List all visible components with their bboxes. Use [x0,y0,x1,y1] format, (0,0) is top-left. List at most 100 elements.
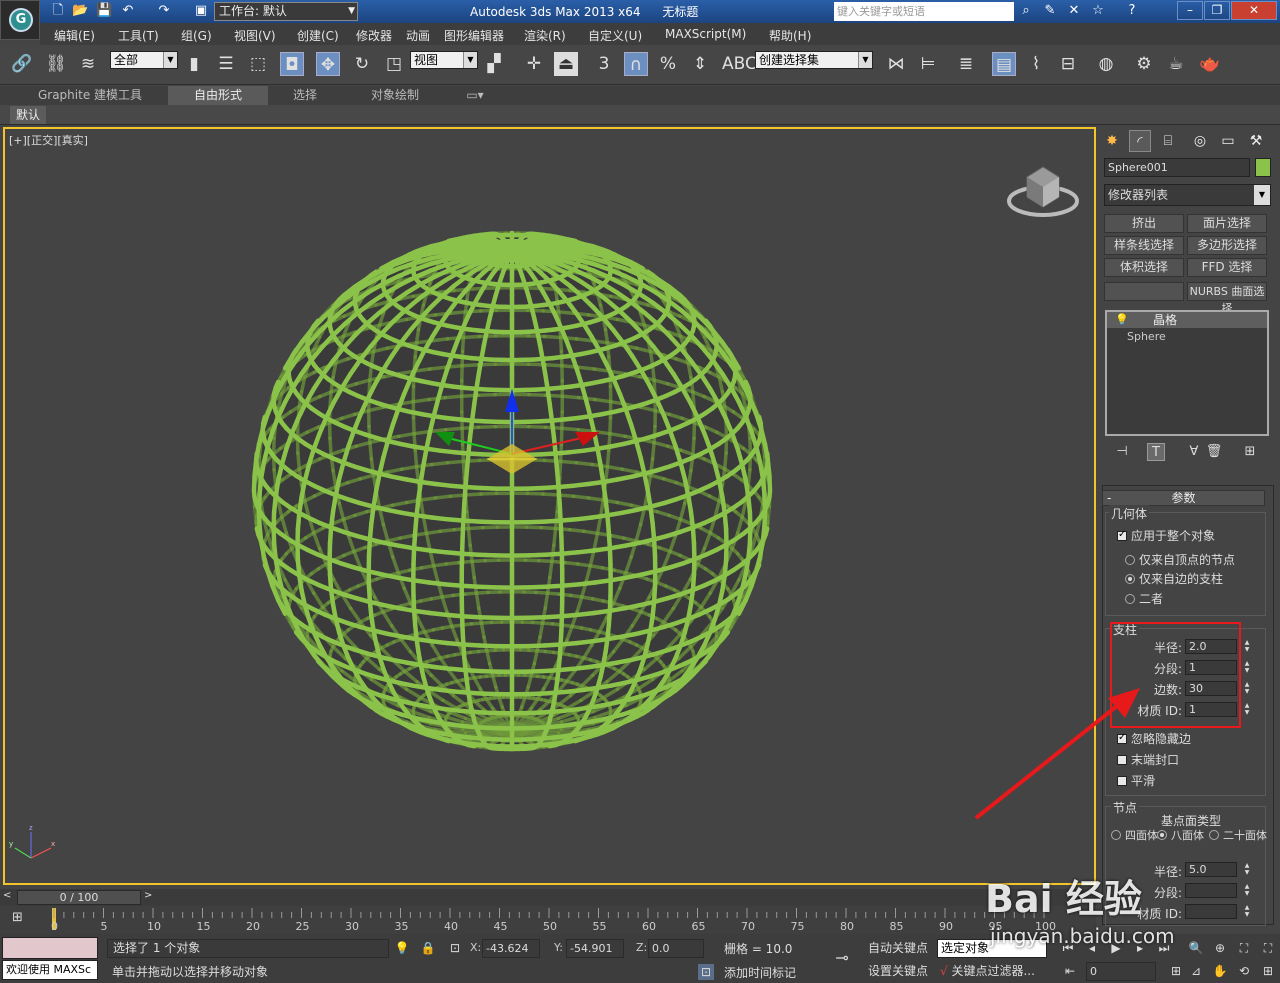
maximize-button[interactable]: ❐ [1204,1,1230,20]
menu-create[interactable]: 创建(C) [297,27,339,44]
make-unique-icon[interactable]: ∀ [1185,443,1203,461]
percent-snap-icon[interactable]: % [656,52,680,76]
create-tab-icon[interactable]: ✸ [1101,130,1123,152]
parameters-rollout-header[interactable]: - 参数 [1102,490,1265,506]
schematic-view-icon[interactable]: ⊟ [1056,52,1080,76]
graphite-toggle-icon[interactable]: ▤ [992,52,1016,76]
select-manipulate-icon[interactable]: ✛ [522,52,546,76]
empty-modifier-button[interactable] [1104,282,1184,301]
spline-select-button[interactable]: 样条线选择 [1104,236,1184,255]
menu-animation[interactable]: 动画 [406,27,430,44]
layer-manager-icon[interactable]: ≣ [954,52,978,76]
ffd-select-button[interactable]: FFD 选择 [1187,258,1267,277]
viewport-perspective[interactable]: [+][正交][真实] z x y [3,127,1096,885]
select-scale-icon[interactable]: ◳ [382,52,406,76]
viewcube-icon[interactable] [1005,159,1085,219]
time-config-icon[interactable]: ⊞ [1168,963,1184,979]
rectangle-selection-icon[interactable]: ⬚ [246,52,270,76]
object-color-swatch[interactable] [1255,158,1271,177]
material-editor-icon[interactable]: ◍ [1094,52,1118,76]
subscription-icon[interactable]: ✎ [1042,3,1058,19]
stack-item-sphere[interactable]: Sphere [1107,329,1267,345]
edit-named-selection-icon[interactable]: ABC [722,52,757,76]
menu-views[interactable]: 视图(V) [234,27,276,44]
binoculars-icon[interactable]: ⌕ [1018,3,1034,19]
radio-tetra[interactable]: 四面体 [1111,830,1161,841]
stack-item-lattice[interactable]: 💡 晶格 [1107,312,1267,328]
radio-both[interactable]: 二者 [1125,590,1163,607]
redo-icon[interactable]: ↷ [156,3,172,19]
motion-tab-icon[interactable]: ◎ [1189,130,1211,152]
rendered-frame-icon[interactable]: ☕ [1164,52,1188,76]
set-key-icon[interactable]: ⊸ [834,950,850,966]
render-setup-icon[interactable]: ⚙ [1132,52,1156,76]
strut-material-id-spinner[interactable]: ▲ ▼ [1242,702,1252,717]
select-object-icon[interactable]: ▮ [182,52,206,76]
render-production-icon[interactable]: 🫖 [1198,52,1222,76]
y-coord-field[interactable]: -54.901 [566,939,624,958]
unlink-icon[interactable]: ⛓ [44,52,68,76]
pivot-center-icon[interactable]: ▞ [482,52,506,76]
zoom-extents-all-icon[interactable]: ⛶ [1260,940,1276,956]
selection-lock-icon[interactable]: 🔒 [420,940,436,956]
menu-edit[interactable]: 编辑(E) [54,27,95,44]
object-name-field[interactable]: Sphere001 [1104,158,1250,177]
remove-modifier-icon[interactable]: 🗑 [1205,443,1223,461]
close-button[interactable]: ✕ [1231,1,1277,20]
orbit-icon[interactable]: ⟲ [1236,963,1252,979]
search-input[interactable]: 键入关键字或短语 [834,2,1014,21]
help-icon[interactable]: ? [1124,3,1140,19]
spinner-snap-icon[interactable]: ⇕ [688,52,712,76]
set-key-button[interactable]: 设置关键点 [868,961,928,981]
ribbon-options-icon[interactable]: ▭▾ [460,86,490,105]
strut-radius-spinner[interactable]: ▲ ▼ [1242,639,1252,654]
tab-default[interactable]: 默认 [10,106,46,124]
absolute-mode-icon[interactable]: ⊡ [447,940,463,956]
isolate-selection-icon[interactable]: 💡 [394,940,410,956]
selection-filter-select[interactable]: 全部 ▼ [110,51,178,69]
communication-icon[interactable]: ✕ [1066,3,1082,19]
select-by-name-icon[interactable]: ☰ [214,52,238,76]
lightbulb-icon[interactable]: 💡 [1115,312,1129,328]
configure-sets-icon[interactable]: ⊞ [1241,443,1259,461]
time-slider[interactable]: 0 / 100 [17,890,141,905]
next-frame-icon[interactable]: > [144,890,152,901]
prev-frame-icon[interactable]: < [3,890,11,901]
maximize-viewport-icon[interactable]: ⊞ [1260,963,1276,979]
add-time-tag[interactable]: 添加时间标记 [724,963,796,983]
select-rotate-icon[interactable]: ↻ [350,52,374,76]
angle-snap-icon[interactable]: ∩ [624,52,648,76]
auto-key-button[interactable]: 自动关键点 [868,938,928,958]
align-icon[interactable]: ⊨ [916,52,940,76]
named-selection-select[interactable]: 创建选择集 ▼ [755,51,873,69]
favorites-star-icon[interactable]: ☆ [1090,3,1106,19]
strut-segments-spinner[interactable]: ▲ ▼ [1242,660,1252,675]
hierarchy-tab-icon[interactable]: ⌸ [1157,130,1179,152]
tab-object-paint[interactable]: 对象绘制 [350,86,440,105]
menu-tools[interactable]: 工具(T) [118,27,159,44]
tab-graphite-modeling[interactable]: Graphite 建模工具 [20,86,160,105]
pan-icon[interactable]: ✋ [1212,963,1228,979]
mirror-icon[interactable]: ⋈ [884,52,908,76]
strut-sides-spinner[interactable]: ▲ ▼ [1242,681,1252,696]
x-coord-field[interactable]: -43.624 [482,939,540,958]
radio-icosa[interactable]: 二十面体 [1209,830,1271,841]
volume-select-button[interactable]: 体积选择 [1104,258,1184,277]
display-tab-icon[interactable]: ▭ [1217,130,1239,152]
current-frame-field[interactable]: 0 [1086,962,1156,981]
tab-selection[interactable]: 选择 [270,86,340,105]
field-of-view-icon[interactable]: ⊿ [1188,963,1204,979]
radio-vertex-joints[interactable]: 仅来自顶点的节点 [1125,551,1235,568]
maxscript-listener-mini[interactable] [2,937,98,959]
viewport-label[interactable]: [+][正交][真实] [9,132,88,148]
radio-octa[interactable]: 八面体 [1157,830,1207,841]
window-crossing-icon[interactable]: ◘ [280,52,304,76]
new-file-icon[interactable]: 🗋 [50,3,66,19]
open-file-icon[interactable]: 📂 [72,3,88,19]
pin-stack-icon[interactable]: ⊣ [1113,443,1131,461]
menu-help[interactable]: 帮助(H) [769,27,811,44]
poly-select-button[interactable]: 多边形选择 [1187,236,1267,255]
link-icon[interactable]: 🔗 [10,52,34,76]
move-gizmo-icon[interactable] [425,374,615,494]
modifier-list-select[interactable]: 修改器列表 ▼ [1104,184,1271,206]
